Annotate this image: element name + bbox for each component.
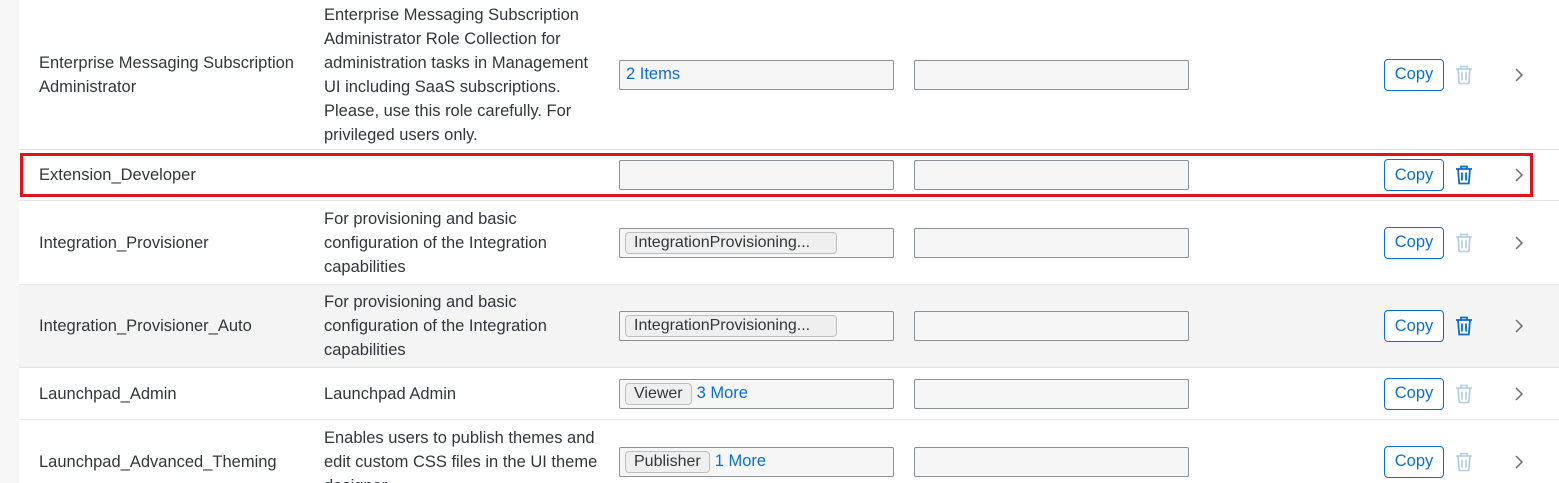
role-collection-name: Enterprise Messaging Subscription Admini… xyxy=(39,53,294,96)
user-groups-field[interactable] xyxy=(914,446,1189,477)
role-token[interactable]: IntegrationProvisioning... xyxy=(625,315,837,337)
copy-button[interactable]: Copy xyxy=(1384,58,1444,91)
roles-field[interactable]: IntegrationProvisioning... xyxy=(619,227,894,258)
roles-field[interactable]: 2 Items xyxy=(619,59,894,90)
chevron-right-icon[interactable] xyxy=(1513,67,1525,83)
trash-icon xyxy=(1455,452,1473,472)
trash-icon[interactable] xyxy=(1455,165,1473,185)
roles-items-link[interactable]: 2 Items xyxy=(626,65,680,84)
roles-field[interactable] xyxy=(619,160,894,190)
chevron-right-icon[interactable] xyxy=(1513,386,1525,402)
chevron-right-icon[interactable] xyxy=(1513,318,1525,334)
table-row[interactable]: Launchpad_Advanced_Theming Enables users… xyxy=(19,420,1559,483)
role-collection-description: Enterprise Messaging Subscription Admini… xyxy=(324,5,589,144)
role-collection-description xyxy=(324,150,604,200)
user-groups-field[interactable] xyxy=(914,160,1189,190)
user-groups-field[interactable] xyxy=(914,227,1189,258)
table-row[interactable]: Integration_Provisioner For provisioning… xyxy=(19,201,1559,285)
role-collection-name: Integration_Provisioner_Auto xyxy=(39,317,252,335)
role-token[interactable]: Viewer xyxy=(625,382,692,405)
trash-icon xyxy=(1455,65,1473,85)
roles-more-link[interactable]: 3 More xyxy=(697,384,748,403)
role-token[interactable]: IntegrationProvisioning... xyxy=(625,231,837,254)
table-row[interactable]: Extension_Developer Copy xyxy=(19,150,1559,201)
user-groups-field[interactable] xyxy=(914,59,1189,90)
role-collection-description: Launchpad Admin xyxy=(324,384,457,403)
role-collection-name: Extension_Developer xyxy=(39,166,196,184)
role-collection-name: Integration_Provisioner xyxy=(39,233,209,252)
user-groups-field[interactable] xyxy=(914,378,1189,409)
copy-button[interactable]: Copy xyxy=(1384,445,1444,478)
trash-icon xyxy=(1455,233,1473,253)
table-row[interactable]: Integration_Provisioner_Auto For provisi… xyxy=(19,285,1559,368)
role-collection-description: For provisioning and basic configuration… xyxy=(324,209,547,276)
user-groups-field[interactable] xyxy=(914,311,1189,341)
role-collections-table: Enterprise Messaging Subscription Admini… xyxy=(19,0,1559,483)
roles-field[interactable]: IntegrationProvisioning... xyxy=(619,311,894,341)
roles-field[interactable]: Viewer 3 More xyxy=(619,378,894,409)
role-collection-name: Launchpad_Admin xyxy=(39,384,177,403)
chevron-right-icon[interactable] xyxy=(1513,235,1525,251)
role-collection-description: Enables users to publish themes and edit… xyxy=(324,428,598,483)
trash-icon[interactable] xyxy=(1455,316,1473,336)
roles-field[interactable]: Publisher 1 More xyxy=(619,446,894,477)
roles-more-link[interactable]: 1 More xyxy=(715,452,766,471)
chevron-right-icon[interactable] xyxy=(1513,167,1525,183)
copy-button[interactable]: Copy xyxy=(1384,226,1444,259)
role-token[interactable]: Publisher xyxy=(625,450,710,473)
chevron-right-icon[interactable] xyxy=(1513,454,1525,470)
role-collection-name: Launchpad_Advanced_Theming xyxy=(39,452,277,471)
trash-icon xyxy=(1455,384,1473,404)
table-row[interactable]: Launchpad_Admin Launchpad Admin Viewer 3… xyxy=(19,368,1559,420)
copy-button[interactable]: Copy xyxy=(1384,377,1444,410)
copy-button[interactable]: Copy xyxy=(1384,310,1444,342)
table-row[interactable]: Enterprise Messaging Subscription Admini… xyxy=(19,0,1559,150)
copy-button[interactable]: Copy xyxy=(1384,159,1444,191)
role-collection-description: For provisioning and basic configuration… xyxy=(324,293,547,359)
